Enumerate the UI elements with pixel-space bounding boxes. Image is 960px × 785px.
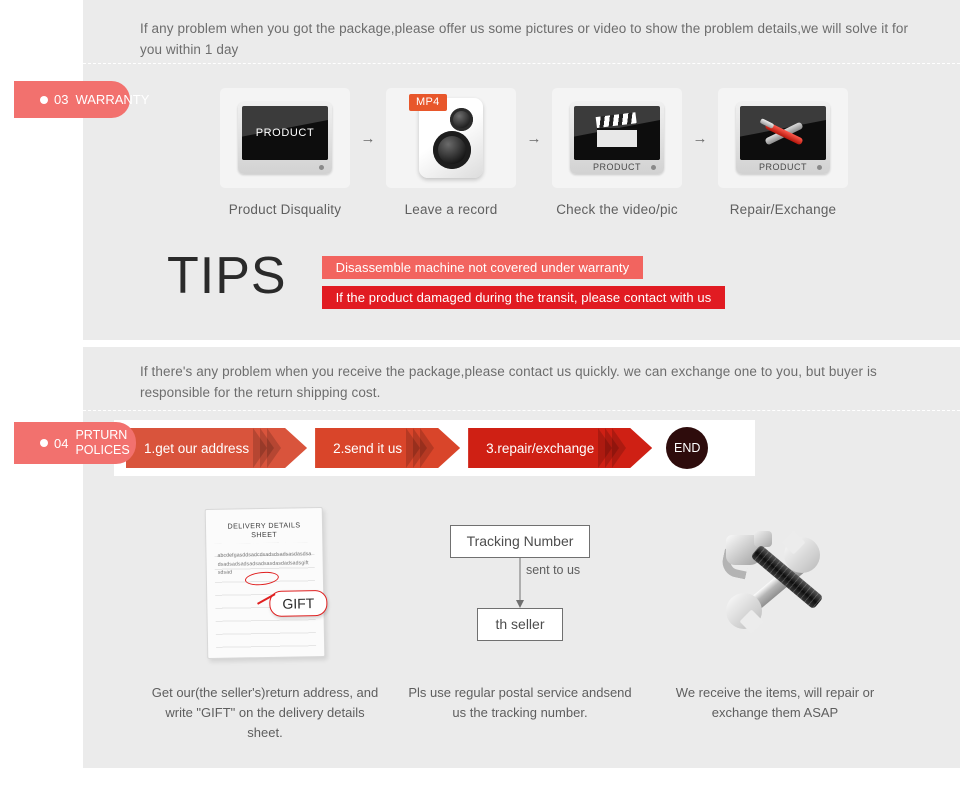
monitor-base: PRODUCT [574,160,660,174]
monitor-clapperboard-icon: PRODUCT [570,102,664,174]
tracking-number-flow-art: Tracking Number sent to us th seller [449,500,591,665]
chevron-arrows-icon [413,428,434,468]
return-columns: DELIVERY DETAILS SHEET delivery delivery… [150,500,890,743]
return-divider [83,410,960,411]
clapperboard-icon [595,112,637,149]
return-column-caption: Pls use regular postal service andsend u… [408,685,632,720]
warranty-step-label: Check the video/pic [556,202,678,217]
arrow-line [519,557,521,602]
monitor-screen [740,106,826,160]
tag-notch [14,81,34,118]
sheet-title: DELIVERY DETAILS SHEET [227,519,301,539]
warranty-step-card: PRODUCT [718,88,848,188]
tag-label-line1: PRTURN [75,428,128,442]
monitor-base-label: PRODUCT [593,162,641,172]
hammer-neck-icon [754,530,772,547]
flow-arrow-icon: → [360,129,376,147]
monitor-product-icon: PRODUCT [238,102,332,174]
monitor-screen [574,106,660,160]
clapper-top [595,112,637,128]
return-step-1[interactable]: 1.get our address [126,428,307,468]
tips-block: TIPS Disassemble machine not covered und… [167,246,726,316]
speaker-large-icon [433,131,471,169]
return-step-label: 1.get our address [144,440,250,456]
end-badge: END [666,427,709,469]
wrench-head-top-icon [784,536,820,573]
tag-label: WARRANTY [75,92,150,107]
delivery-details-sheet-icon: DELIVERY DETAILS SHEET delivery delivery… [204,506,328,659]
power-led-icon [319,165,324,170]
clapper-body [597,128,637,147]
tracking-flow: Tracking Number sent to us th seller [449,524,591,641]
page-root: If any problem when you got the package,… [0,0,960,785]
return-column-caption: We receive the items, will repair or exc… [675,685,875,720]
warranty-divider [83,63,960,64]
warranty-panel: If any problem when you got the package,… [83,0,960,340]
warranty-step-card: MP4 [386,88,516,188]
monitor-base-label: PRODUCT [759,162,807,172]
warranty-step-leave-a-record: MP4 Leave a record [386,88,516,217]
tag-notch [14,422,34,464]
tips-heading: TIPS [167,247,287,305]
tag-dot-icon [40,95,48,104]
tag-dot-icon [40,439,48,447]
warranty-step-product-disquality: PRODUCT Product Disquality [220,88,350,217]
tracking-to-box: th seller [476,607,563,641]
tip-bar: If the product damaged during the transi… [321,286,726,309]
return-column-tracking: Tracking Number sent to us th seller Pls… [405,500,635,743]
screwdriver-wrench-icon [759,116,806,150]
arrow-head [515,599,524,608]
warranty-step-label: Product Disquality [228,202,342,217]
return-step-3[interactable]: 3.repair/exchange [468,428,652,468]
monitor-screen-label: PRODUCT [255,127,315,139]
section-tag-return-policies: 04 PRTURN POLICES [14,422,136,464]
delivery-details-sheet-art: DELIVERY DETAILS SHEET delivery delivery… [204,500,328,665]
speaker-small-icon [450,108,473,131]
mp4-recorder-icon: MP4 [409,94,483,178]
warranty-step-check-the-video-pic: PRODUCT Check the video/pic [552,88,682,217]
warranty-step-card: PRODUCT [552,88,682,188]
tracking-flow-arrow-icon: sent to us [450,557,591,608]
warranty-step-label: Repair/Exchange [729,202,837,217]
tag-label-line2: POLICES [75,443,130,457]
wrench-head-bottom-icon [726,592,762,629]
return-steps-bar: 1.get our address 2.send it us 3.repair/… [114,420,755,476]
monitor-base [242,160,328,174]
flow-arrow-icon: → [526,129,542,147]
power-led-icon [651,165,656,170]
mp4-badge: MP4 [409,94,447,111]
tracking-from-box: Tracking Number [449,524,591,558]
tag-number: 03 [54,92,69,107]
warranty-step-repair-exchange: PRODUCT Repair/Exchange [718,88,848,217]
return-column-caption: Get our(the seller's)return address, and… [151,685,379,740]
warranty-flow: PRODUCT Product Disquality → MP4 Leave a… [220,88,848,217]
tag-number: 04 [54,435,69,451]
monitor-tools-icon: PRODUCT [736,102,830,174]
hammer-wrench-art [710,500,840,665]
return-column-repair: We receive the items, will repair or exc… [660,500,890,743]
section-tag-warranty: 03 WARRANTY [14,81,149,118]
gift-callout: GIFT [269,589,328,617]
monitor-screen: PRODUCT [242,106,328,160]
tracking-edge-label: sent to us [525,562,581,577]
return-step-label: 2.send it us [333,440,403,456]
tip-bar: Disassemble machine not covered under wa… [321,256,644,279]
chevron-arrows-icon [605,428,626,468]
tips-bars: Disassemble machine not covered under wa… [321,256,726,316]
return-intro-text: If there's any problem when you receive … [140,364,877,400]
flow-arrow-icon: → [692,129,708,147]
warranty-intro-text: If any problem when you got the package,… [140,21,909,57]
power-led-icon [817,165,822,170]
monitor-base: PRODUCT [740,160,826,174]
return-step-2[interactable]: 2.send it us [315,428,460,468]
hammer-wrench-icon [710,523,840,643]
tag-label: PRTURN POLICES [75,428,129,458]
return-column-address: DELIVERY DETAILS SHEET delivery delivery… [150,500,380,743]
warranty-step-label: Leave a record [404,202,498,217]
chevron-arrows-icon [260,428,281,468]
return-step-label: 3.repair/exchange [486,440,595,456]
warranty-step-card: PRODUCT [220,88,350,188]
